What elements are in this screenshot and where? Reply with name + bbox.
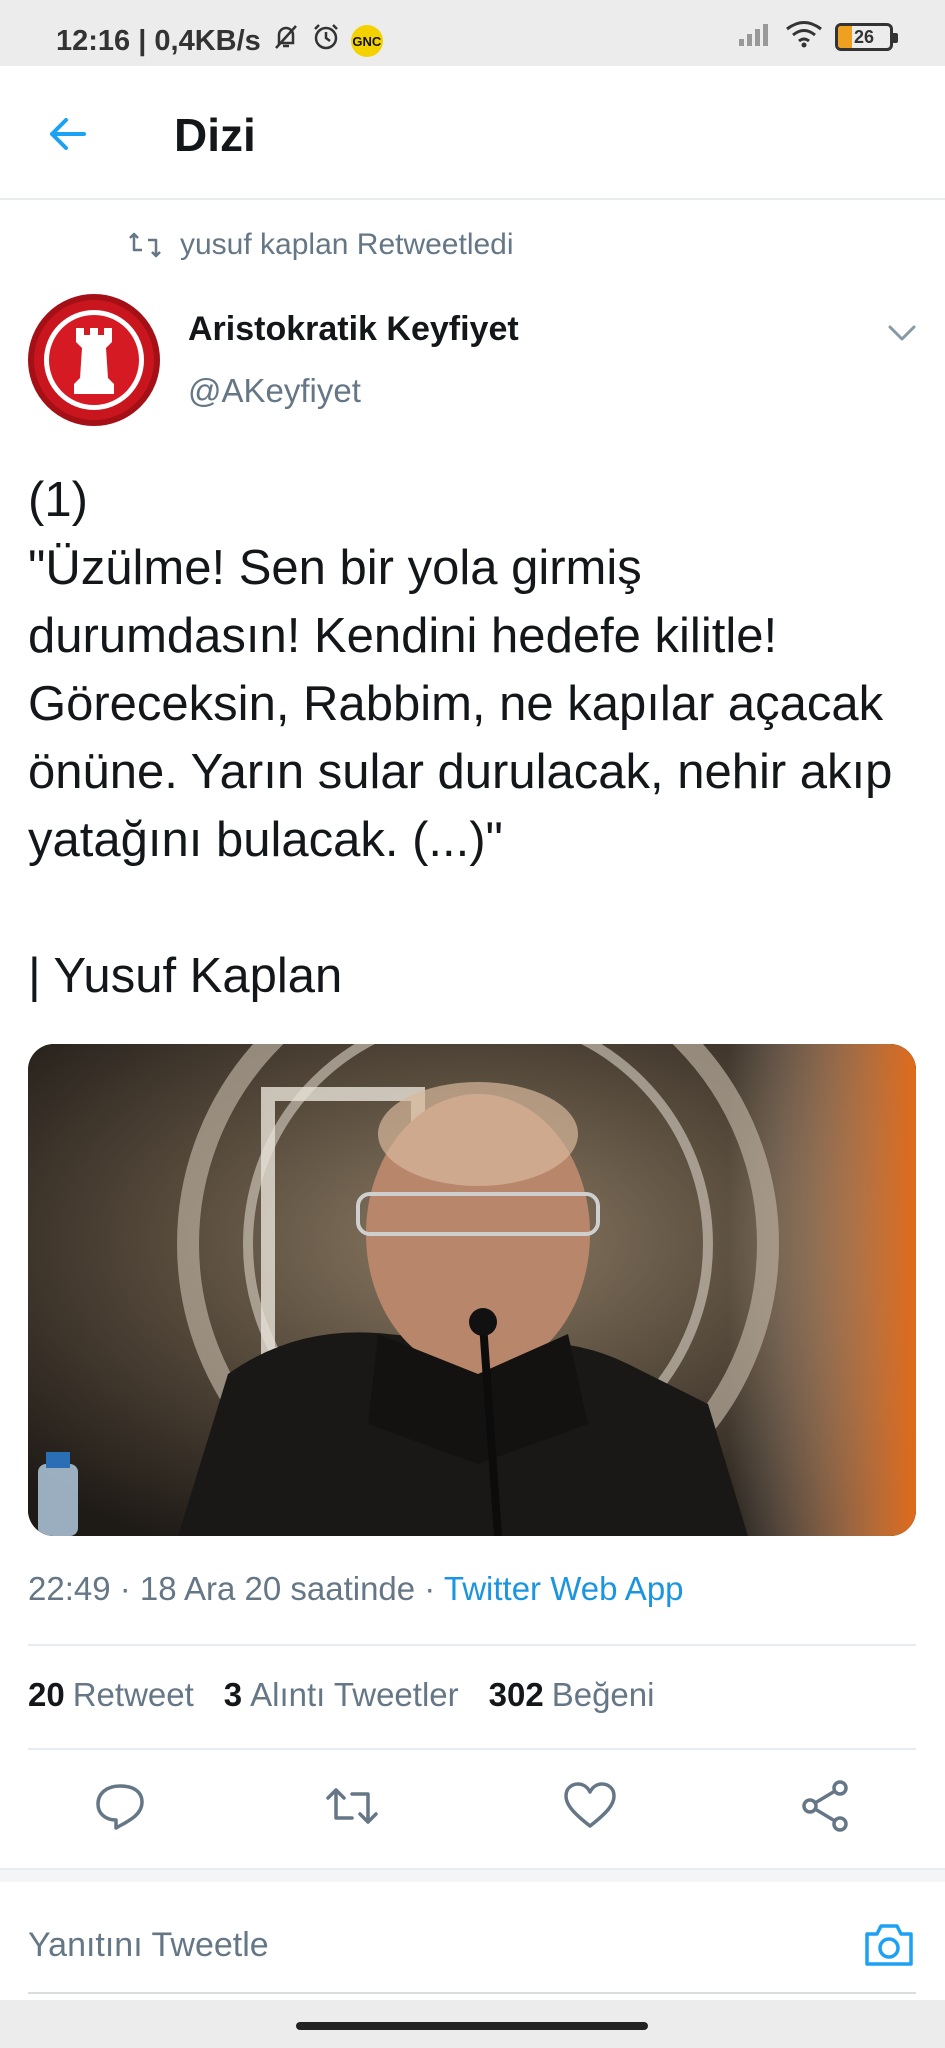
- status-bar-left: 12:16 | 0,4KB/s GNC: [56, 22, 383, 60]
- tweet-text: (1) "Üzülme! Sen bir yola girmiş durumda…: [28, 473, 893, 1003]
- tweet-actions: [0, 1778, 945, 1844]
- retweet-stat[interactable]: 20 Retweet: [28, 1676, 194, 1714]
- carrier-badge: GNC: [350, 25, 383, 57]
- chess-rook-icon: [74, 328, 114, 394]
- share-icon: [802, 1780, 848, 1832]
- share-button[interactable]: [798, 1778, 854, 1834]
- tweet-photo[interactable]: [28, 1044, 916, 1536]
- quote-stat[interactable]: 3 Alıntı Tweetler: [224, 1676, 459, 1714]
- like-stat[interactable]: 302 Beğeni: [489, 1676, 655, 1714]
- chevron-down-icon: [888, 325, 916, 341]
- status-time-speed: 12:16 | 0,4KB/s: [56, 24, 261, 57]
- photo-illustration: [28, 1044, 916, 1536]
- like-button[interactable]: [562, 1778, 618, 1834]
- arrow-left-icon: [50, 118, 86, 150]
- reply-composer[interactable]: Yanıtını Tweetle: [0, 1882, 945, 1992]
- retweet-stat-label: Retweet: [72, 1676, 194, 1713]
- retweet-button[interactable]: [324, 1778, 380, 1834]
- like-stat-label: Beğeni: [551, 1676, 655, 1713]
- battery-label: 26: [853, 26, 875, 47]
- tweet-timestamp: 22:49 · 18 Ara 20 saatinde ·: [28, 1570, 444, 1607]
- signal-icon: [737, 21, 773, 52]
- reply-input[interactable]: Yanıtını Tweetle: [28, 1926, 269, 1965]
- back-button[interactable]: [44, 110, 92, 158]
- home-indicator[interactable]: [296, 2022, 648, 2030]
- retweet-context-label: yusuf kaplan Retweetledi: [180, 228, 514, 261]
- divider: [28, 1644, 916, 1646]
- battery-level-fill: [838, 25, 852, 48]
- tweet-options-button[interactable]: [886, 322, 918, 344]
- reply-button[interactable]: [92, 1778, 148, 1834]
- reply-underline: [28, 1992, 916, 1994]
- wifi-icon: [785, 20, 823, 53]
- thread-header: Dizi: [0, 66, 945, 200]
- reply-icon: [96, 1784, 144, 1830]
- tweet-stats: 20 Retweet 3 Alıntı Tweetler 302 Beğeni: [28, 1676, 654, 1714]
- like-count: 302: [488, 1676, 544, 1713]
- page-title: Dizi: [174, 109, 256, 161]
- status-bar-right: 26: [737, 20, 898, 53]
- system-nav-bar: [0, 2000, 945, 2048]
- muted-bell-icon: [271, 22, 301, 60]
- heart-icon: [564, 1782, 616, 1828]
- quote-count: 3: [223, 1676, 243, 1713]
- divider: [28, 1748, 916, 1750]
- retweet-context[interactable]: yusuf kaplan Retweetledi: [128, 228, 514, 262]
- retweet-count: 20: [28, 1676, 65, 1713]
- section-divider: [0, 1868, 945, 1882]
- retweet-icon: [326, 1788, 378, 1824]
- author-handle[interactable]: @AKeyfiyet: [188, 372, 361, 410]
- tweet-source-link[interactable]: Twitter Web App: [444, 1570, 684, 1607]
- camera-button[interactable]: [863, 1922, 915, 1968]
- author-name[interactable]: Aristokratik Keyfiyet: [188, 310, 519, 349]
- alarm-clock-icon: [311, 22, 341, 60]
- quote-stat-label: Alıntı Tweetler: [250, 1676, 459, 1713]
- battery-icon: 26: [835, 22, 898, 51]
- status-bar: 12:16 | 0,4KB/s GNC 26: [0, 0, 945, 66]
- camera-icon: [865, 1924, 913, 1966]
- avatar[interactable]: [28, 294, 160, 426]
- retweet-icon: [129, 232, 161, 258]
- tweet-meta: 22:49 · 18 Ara 20 saatinde · Twitter Web…: [28, 1570, 684, 1608]
